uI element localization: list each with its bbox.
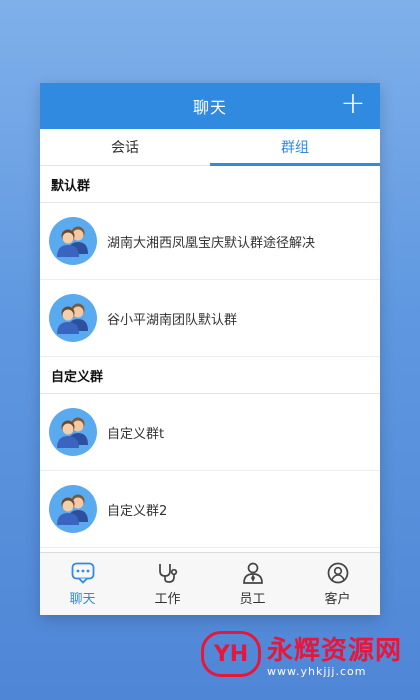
page-title: 聊天 [192, 98, 227, 117]
employee-icon [242, 562, 263, 584]
group-avatar-icon [49, 217, 97, 265]
section-header-default: 默认群 [40, 166, 380, 203]
active-tab-indicator [210, 163, 380, 166]
group-avatar-icon [49, 408, 97, 456]
watermark-url: www.yhkjjj.com [266, 665, 367, 678]
chat-bubble-icon [71, 562, 94, 584]
group-list: 默认群 湖南大湘西凤凰宝庆默认群途径解决 谷小平湖南团队默认群 自定义群 自定义… [40, 166, 380, 548]
group-row[interactable]: 自定义群t [40, 394, 380, 471]
plus-icon[interactable]: + [338, 89, 368, 120]
nav-item-chat[interactable]: 聊天 [40, 553, 125, 615]
group-avatar-icon [49, 294, 97, 342]
group-row[interactable]: 谷小平湖南团队默认群 [40, 280, 380, 357]
group-row[interactable]: 湖南大湘西凤凰宝庆默认群途径解决 [40, 203, 380, 280]
bottom-nav: 聊天 工作 员工 客户 [40, 552, 380, 615]
watermark-title: 永辉资源网 [266, 636, 402, 666]
app-window: 聊天 + 会话 群组 默认群 湖南大湘西凤凰宝庆默认群途径解决 谷小平湖南团队默… [40, 83, 380, 615]
stethoscope-icon [158, 563, 177, 583]
customer-icon [327, 562, 348, 583]
group-row[interactable]: 自定义群2 [40, 471, 380, 548]
tab-conversations[interactable]: 会话 [40, 129, 210, 165]
nav-label: 聊天 [69, 591, 96, 607]
section-header-custom: 自定义群 [40, 357, 380, 394]
nav-label: 客户 [324, 591, 351, 607]
group-avatar-icon [49, 485, 97, 533]
nav-item-employees[interactable]: 员工 [210, 553, 295, 615]
tab-bar: 会话 群组 [40, 129, 380, 166]
watermark-logo-icon: YH [200, 631, 261, 677]
group-name: 自定义群2 [107, 503, 168, 519]
group-name: 谷小平湖南团队默认群 [107, 312, 238, 328]
group-name: 自定义群t [107, 426, 165, 442]
nav-item-customers[interactable]: 客户 [295, 553, 380, 615]
top-bar: 聊天 + [40, 83, 380, 129]
nav-item-work[interactable]: 工作 [125, 553, 210, 615]
nav-label: 工作 [154, 591, 181, 607]
watermark: YH 永辉资源网 www.yhkjjj.com [200, 630, 402, 678]
tab-groups[interactable]: 群组 [210, 129, 380, 165]
group-name: 湖南大湘西凤凰宝庆默认群途径解决 [107, 235, 316, 251]
nav-label: 员工 [239, 591, 266, 607]
